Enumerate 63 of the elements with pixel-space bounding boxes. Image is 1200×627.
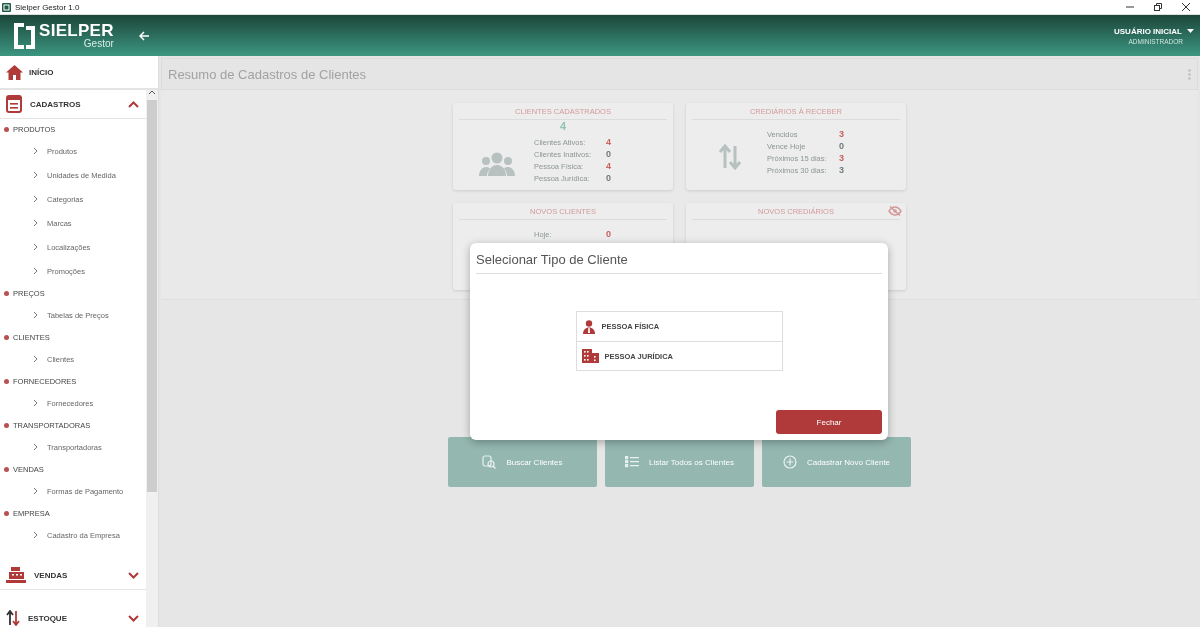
user-name[interactable]: USUÁRIO INICIAL (1114, 26, 1182, 36)
stat-value: 0 (606, 174, 611, 183)
bullet-icon (4, 290, 9, 296)
close-icon[interactable] (1182, 3, 1190, 11)
chevron-right-icon (33, 267, 38, 275)
chevron-right-icon (33, 399, 38, 407)
stat-value: 0 (839, 142, 844, 151)
bullet-icon (4, 466, 9, 472)
scrollbar[interactable] (146, 90, 158, 627)
cash-register-icon (6, 567, 26, 583)
brand-name: SIELPER (39, 22, 114, 39)
back-arrow-icon[interactable] (139, 30, 150, 41)
stat-value: 0 (606, 230, 611, 239)
building-icon (581, 349, 599, 363)
stat-value: 4 (606, 138, 611, 147)
up-down-arrows-icon (718, 144, 741, 170)
bullet-icon (4, 510, 9, 516)
stat-value: 0 (606, 150, 611, 159)
dropdown-caret-icon[interactable] (1187, 29, 1194, 33)
bullet-icon (4, 126, 9, 132)
stat-value: 3 (839, 130, 844, 139)
menu-section[interactable]: CADASTROS (0, 90, 146, 119)
chevron-right-icon (33, 243, 38, 251)
search-icon (482, 455, 497, 469)
bullet-icon (4, 422, 9, 428)
chevron-right-icon (33, 355, 38, 363)
bullet-icon (4, 378, 9, 384)
house-icon (6, 64, 23, 80)
page-title: Resumo de Cadastros de Clientes (168, 66, 367, 82)
chevron-right-icon (33, 487, 38, 495)
chevron-right-icon (33, 147, 38, 155)
product-name: Gestor (83, 39, 114, 49)
chevron-right-icon (33, 531, 38, 539)
section-label: VENDAS (34, 570, 69, 580)
restore-icon[interactable] (1154, 3, 1162, 11)
chevron-up-icon[interactable] (128, 100, 139, 108)
minimize-icon[interactable] (1126, 3, 1134, 11)
dialog-title: Selecionar Tipo de Cliente (476, 243, 882, 274)
bullet-icon (4, 334, 9, 340)
list-icon (625, 456, 640, 468)
chevron-down-icon[interactable] (128, 571, 139, 579)
chevron-right-icon (33, 171, 38, 179)
up-down-arrows-icon (6, 610, 20, 626)
chevron-right-icon (33, 443, 38, 451)
person-icon (581, 319, 596, 334)
window-title: Sielper Gestor 1.0 (15, 2, 80, 12)
logo-icon (14, 22, 35, 49)
chevron-down-icon[interactable] (128, 614, 139, 622)
chevron-right-icon (33, 195, 38, 203)
total-count: 4 (558, 120, 568, 134)
chevron-right-icon (33, 311, 38, 319)
section-label: CADASTROS (30, 99, 82, 109)
form-icon (6, 95, 22, 113)
stat-value: 3 (839, 166, 844, 175)
stat-value: 3 (839, 154, 844, 163)
section-label: ESTOQUE (28, 613, 68, 623)
stat-value: 4 (606, 162, 611, 171)
menu-section[interactable]: VENDAS (0, 561, 146, 590)
plus-circle-icon (782, 455, 797, 469)
close-button[interactable]: Fechar (776, 410, 882, 434)
scroll-up-icon[interactable] (149, 90, 155, 94)
people-icon (478, 152, 515, 176)
chevron-right-icon (33, 219, 38, 227)
